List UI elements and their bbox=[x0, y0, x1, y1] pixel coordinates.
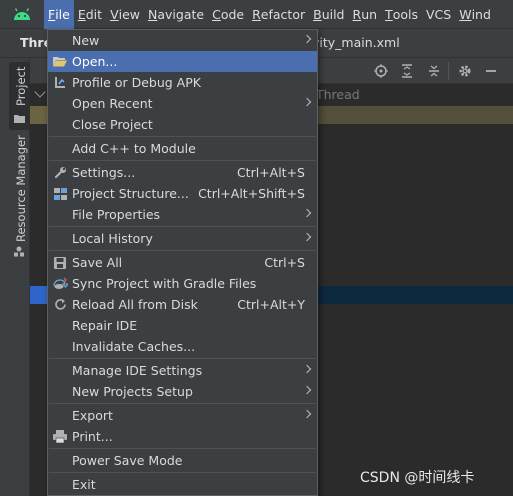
toolbar-divider bbox=[448, 62, 449, 80]
menu-code[interactable]: Code bbox=[208, 0, 248, 29]
folder-open-icon bbox=[52, 54, 68, 69]
submenu-arrow-icon bbox=[302, 34, 312, 44]
menu-item-open-recent[interactable]: Open Recent bbox=[48, 93, 317, 114]
menu-item-close-project[interactable]: Close Project bbox=[48, 114, 317, 135]
menu-item-new-projects-setup[interactable]: New Projects Setup bbox=[48, 381, 317, 402]
menu-item-add-cpp-to-module[interactable]: Add C++ to Module bbox=[48, 138, 317, 159]
editor-tab-activity-main[interactable]: vity_main.xml bbox=[312, 35, 400, 50]
menu-item-sync-gradle[interactable]: Sync Project with Gradle Files bbox=[48, 273, 317, 294]
collapse-all-icon[interactable] bbox=[426, 63, 442, 79]
menu-separator bbox=[49, 358, 316, 359]
submenu-arrow-icon bbox=[302, 208, 312, 218]
project-tool-tab[interactable]: Project bbox=[9, 62, 30, 130]
menu-item-save-all[interactable]: Save All Ctrl+S bbox=[48, 252, 317, 273]
menu-item-power-save-mode[interactable]: Power Save Mode bbox=[48, 450, 317, 471]
submenu-arrow-icon bbox=[302, 409, 312, 419]
file-menu-dropdown: New Open... Profile or Debug APK Open Re… bbox=[47, 29, 318, 496]
minimize-icon[interactable] bbox=[483, 63, 499, 79]
menu-separator bbox=[49, 136, 316, 137]
menu-item-file-properties[interactable]: File Properties bbox=[48, 204, 317, 225]
expand-all-icon[interactable] bbox=[399, 63, 415, 79]
menu-item-manage-ide-settings[interactable]: Manage IDE Settings bbox=[48, 360, 317, 381]
profile-apk-icon bbox=[52, 75, 68, 90]
editor-thread-text: Thread bbox=[316, 87, 360, 102]
menu-item-export[interactable]: Export bbox=[48, 405, 317, 426]
menu-window[interactable]: Wind bbox=[455, 0, 495, 29]
menu-separator bbox=[49, 250, 316, 251]
menu-build[interactable]: Build bbox=[309, 0, 348, 29]
menu-item-repair-ide[interactable]: Repair IDE bbox=[48, 315, 317, 336]
menu-separator bbox=[49, 472, 316, 473]
submenu-arrow-icon bbox=[302, 232, 312, 242]
menu-file[interactable]: File bbox=[44, 0, 74, 29]
resource-manager-icon bbox=[13, 246, 25, 261]
menu-item-settings[interactable]: Settings... Ctrl+Alt+S bbox=[48, 162, 317, 183]
menu-run[interactable]: Run bbox=[349, 0, 382, 29]
watermark: CSDN @时间线卡 bbox=[360, 470, 475, 486]
menu-separator bbox=[49, 160, 316, 161]
reload-icon bbox=[52, 297, 68, 312]
gear-icon[interactable] bbox=[457, 63, 473, 79]
menu-item-invalidate-caches[interactable]: Invalidate Caches... bbox=[48, 336, 317, 357]
menu-vcs[interactable]: VCS bbox=[422, 0, 455, 29]
menu-separator bbox=[49, 403, 316, 404]
menu-separator bbox=[49, 448, 316, 449]
android-studio-logo-icon bbox=[0, 0, 44, 29]
menu-refactor[interactable]: Refactor bbox=[248, 0, 309, 29]
gradle-sync-icon bbox=[52, 276, 68, 291]
menu-navigate[interactable]: Navigate bbox=[144, 0, 208, 29]
menu-item-open[interactable]: Open... bbox=[48, 51, 317, 72]
menu-separator bbox=[49, 226, 316, 227]
folder-icon bbox=[14, 112, 25, 126]
print-icon bbox=[52, 429, 68, 444]
menu-item-project-structure[interactable]: Project Structure... Ctrl+Alt+Shift+S bbox=[48, 183, 317, 204]
menu-view[interactable]: View bbox=[106, 0, 144, 29]
project-structure-icon bbox=[52, 186, 68, 201]
menu-edit[interactable]: Edit bbox=[74, 0, 106, 29]
submenu-arrow-icon bbox=[302, 385, 312, 395]
menu-item-reload-all[interactable]: Reload All from Disk Ctrl+Alt+Y bbox=[48, 294, 317, 315]
locate-icon[interactable] bbox=[373, 63, 389, 79]
resource-manager-tab[interactable]: Resource Manager bbox=[14, 135, 28, 242]
menu-tools[interactable]: Tools bbox=[381, 0, 422, 29]
selection-marker bbox=[30, 286, 48, 304]
project-tab-label: Project bbox=[14, 66, 28, 106]
menu-item-exit[interactable]: Exit bbox=[48, 474, 317, 495]
menu-item-profile-debug-apk[interactable]: Profile or Debug APK bbox=[48, 72, 317, 93]
menu-item-new[interactable]: New bbox=[48, 30, 317, 51]
submenu-arrow-icon bbox=[302, 97, 312, 107]
menu-item-local-history[interactable]: Local History bbox=[48, 228, 317, 249]
save-icon bbox=[52, 255, 68, 270]
menu-bar: File Edit View Navigate Code Refactor Bu… bbox=[0, 0, 513, 29]
left-edge bbox=[0, 58, 9, 496]
line-marker bbox=[30, 106, 48, 124]
menu-item-print[interactable]: Print... bbox=[48, 426, 317, 447]
wrench-icon bbox=[52, 165, 68, 180]
submenu-arrow-icon bbox=[302, 364, 312, 374]
